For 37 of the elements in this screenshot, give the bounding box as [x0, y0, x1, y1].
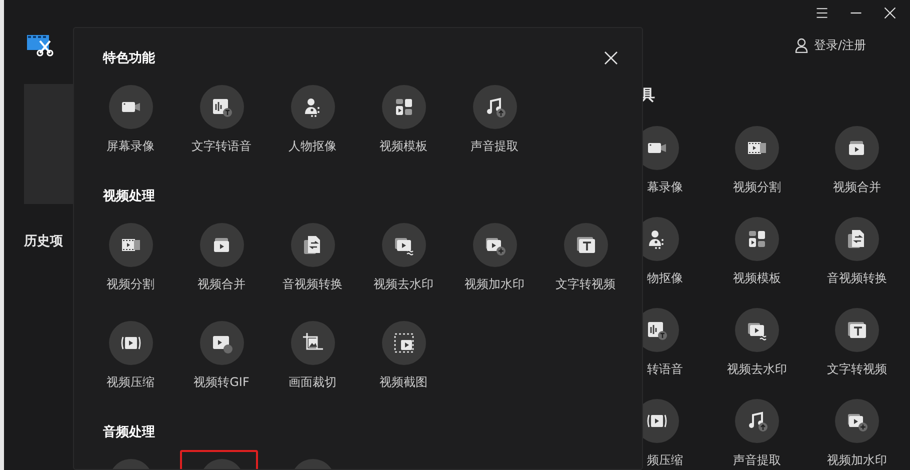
tool-button[interactable]: 文字转视频: [807, 308, 907, 377]
tool-button[interactable]: 视频模板: [707, 217, 807, 286]
film-scissors-logo: [26, 33, 56, 57]
tool-button[interactable]: 声音提取: [449, 85, 540, 154]
tool-button[interactable]: 视频加水印: [449, 223, 540, 292]
close-icon: [604, 51, 618, 65]
close-icon: [883, 6, 897, 20]
tool-button[interactable]: 视频加水印: [807, 399, 907, 468]
tool-button[interactable]: 视频合并: [807, 126, 907, 195]
tool-button[interactable]: 音视频转换: [807, 217, 907, 286]
tool-button[interactable]: 文字转语音: [176, 85, 267, 154]
login-button[interactable]: 登录/注册: [794, 36, 866, 54]
menu-icon: [815, 6, 829, 20]
tool-button[interactable]: 声音提取: [707, 399, 807, 468]
tool-button[interactable]: 视频分割: [85, 223, 176, 292]
dashed-frame-icon: [392, 331, 416, 355]
tool-button[interactable]: 视频压缩: [85, 321, 176, 390]
section-heading: 音频处理: [103, 424, 155, 442]
tool-button[interactable]: 人物抠像: [267, 85, 358, 154]
section-heading: 特色功能: [103, 50, 155, 68]
tool-button[interactable]: 视频去水印: [358, 223, 449, 292]
tool-button[interactable]: 画面裁切: [267, 321, 358, 390]
close-button[interactable]: [604, 50, 620, 66]
history-heading: 历史项: [24, 233, 64, 251]
tool-button[interactable]: 屏幕录像: [85, 85, 176, 154]
tool-button[interactable]: 视频分割: [707, 126, 807, 195]
close-button[interactable]: [882, 5, 898, 21]
menu-button[interactable]: [814, 5, 830, 21]
section-heading: 视频处理: [103, 188, 155, 206]
user-icon: [794, 38, 808, 52]
tool-button[interactable]: 视频模板: [358, 85, 449, 154]
tool-button[interactable]: 视频转GIF: [176, 321, 267, 390]
tool-button[interactable]: 视频去水印: [707, 308, 807, 377]
tool-button[interactable]: 音视频转换: [267, 223, 358, 292]
tool-button[interactable]: 视频截图: [358, 321, 449, 390]
tool-button[interactable]: 文字转视频: [540, 223, 631, 292]
tool-button[interactable]: 视频合并: [176, 223, 267, 292]
